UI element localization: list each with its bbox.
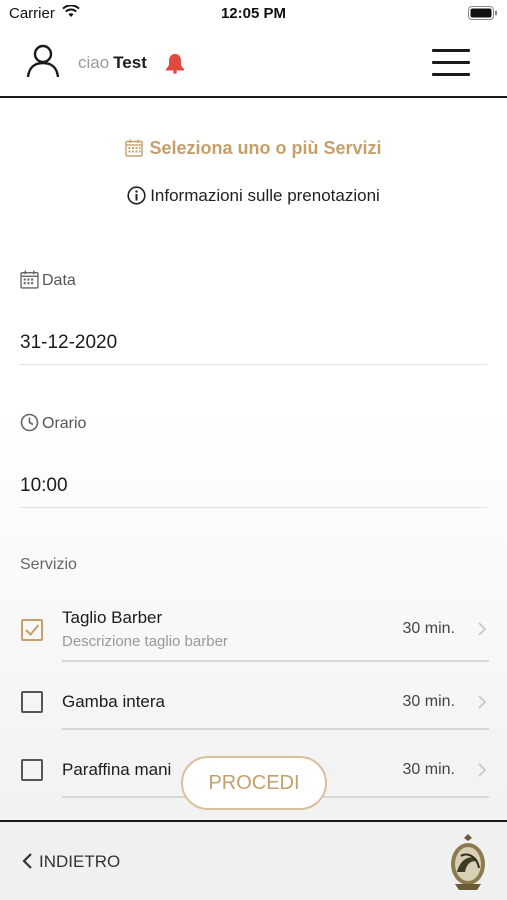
date-label-text: Data: [42, 272, 76, 289]
service-checkbox[interactable]: [21, 619, 43, 641]
service-duration: 30 min.: [402, 761, 455, 778]
date-field[interactable]: 31-12-2020: [20, 332, 487, 365]
bell-icon[interactable]: [164, 52, 186, 79]
calendar-small-icon: [20, 270, 39, 289]
service-item-gamba-intera[interactable]: Gamba intera 30 min.: [0, 676, 507, 732]
clock-icon: [20, 413, 39, 432]
greeting: ciao Test: [78, 53, 147, 73]
service-name: Gamba intera: [62, 692, 165, 711]
service-duration: 30 min.: [402, 620, 455, 637]
calendar-icon: [125, 139, 144, 157]
service-checkbox[interactable]: [21, 691, 43, 713]
chevron-right-icon: [477, 621, 487, 642]
date-label: Data: [20, 270, 76, 290]
service-divider: [62, 728, 489, 730]
service-item-taglio-barber[interactable]: Taglio Barber Descrizione taglio barber …: [0, 600, 507, 664]
service-description: Descrizione taglio barber: [62, 633, 228, 650]
service-name: Taglio Barber: [62, 608, 163, 627]
time-field[interactable]: 10:00: [20, 475, 487, 508]
chevron-right-icon: [477, 694, 487, 715]
proceed-button[interactable]: PROCEDI: [181, 756, 327, 810]
status-bar: Carrier 12:05 PM: [0, 0, 507, 28]
chevron-left-icon: [22, 853, 32, 869]
bottom-bar: INDIETRO: [0, 820, 507, 900]
page-title: Seleziona uno o più Servizi: [0, 138, 507, 159]
brand-logo: [447, 832, 489, 897]
chevron-right-icon: [477, 762, 487, 783]
booking-info-text: Informazioni sulle prenotazioni: [150, 186, 380, 205]
greeting-text: ciao: [78, 53, 110, 72]
user-icon[interactable]: [26, 44, 60, 83]
service-name: Paraffina mani: [62, 760, 172, 779]
battery-icon: [468, 6, 498, 25]
service-duration: 30 min.: [402, 693, 455, 710]
app-header: ciao Test: [0, 28, 507, 98]
hamburger-menu-icon[interactable]: [432, 49, 470, 77]
page-title-text: Seleziona uno o più Servizi: [149, 138, 382, 158]
info-icon: [127, 186, 146, 205]
service-divider: [62, 660, 489, 662]
back-button[interactable]: INDIETRO: [22, 852, 120, 872]
booking-info-link[interactable]: Informazioni sulle prenotazioni: [0, 186, 507, 206]
back-button-label: INDIETRO: [39, 852, 121, 871]
username: Test: [113, 53, 147, 72]
time-label-text: Orario: [42, 415, 87, 432]
clock-label: 12:05 PM: [220, 5, 287, 22]
service-checkbox[interactable]: [21, 759, 43, 781]
services-label: Servizio: [20, 556, 77, 573]
time-label: Orario: [20, 413, 86, 433]
checkmark-icon: [25, 624, 40, 636]
